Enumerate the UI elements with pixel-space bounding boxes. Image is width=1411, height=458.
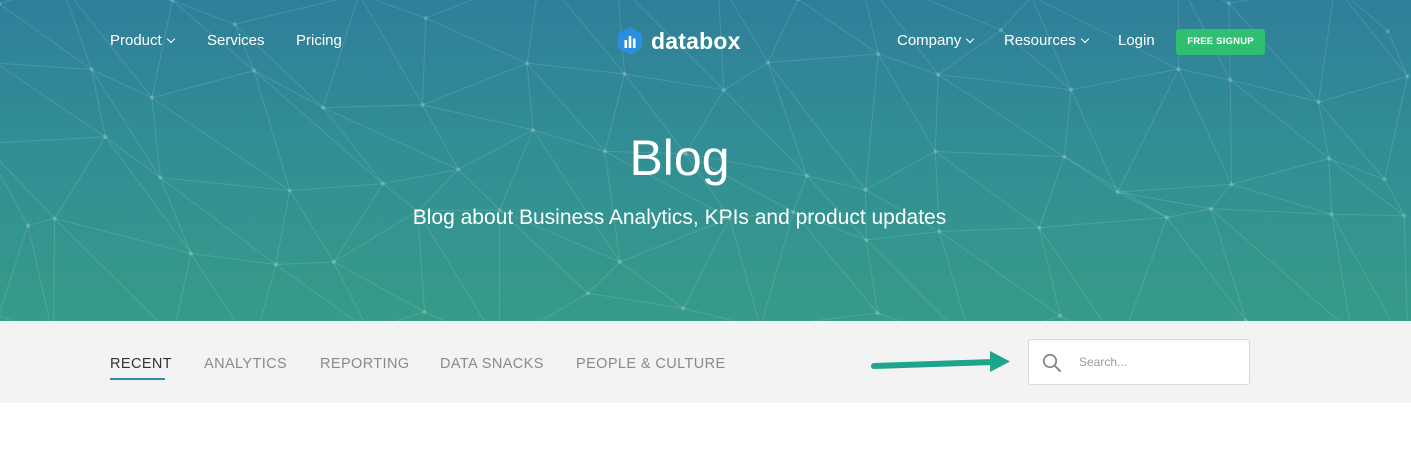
nav-pricing-label: Pricing: [296, 32, 342, 49]
category-tab-recent[interactable]: RECENT: [110, 354, 172, 374]
category-tab-data-snacks[interactable]: DATA SNACKS: [440, 354, 544, 374]
nav-services-label: Services: [207, 32, 265, 49]
category-tab-analytics[interactable]: ANALYTICS: [204, 354, 287, 374]
nav-company[interactable]: Company: [897, 31, 975, 51]
databox-logo-icon: [618, 27, 642, 55]
chevron-down-icon: [166, 34, 175, 44]
page-title: Blog: [629, 130, 730, 186]
active-tab-underline: [110, 378, 165, 380]
search-box[interactable]: [1028, 339, 1250, 385]
chevron-down-icon: [1080, 34, 1089, 44]
nav-pricing[interactable]: Pricing: [296, 31, 342, 51]
page-subtitle: Blog about Business Analytics, KPIs and …: [412, 206, 947, 229]
category-tab-reporting[interactable]: REPORTING: [320, 354, 410, 374]
logo-text: databox: [651, 27, 741, 54]
search-input[interactable]: [1079, 350, 1239, 374]
free-signup-button[interactable]: FREE SIGNUP: [1176, 29, 1265, 55]
search-icon[interactable]: [1041, 352, 1063, 374]
nav-resources[interactable]: Resources: [1004, 31, 1089, 51]
databox-logo[interactable]: databox: [617, 26, 741, 56]
nav-product-label: Product: [110, 32, 162, 49]
nav-login[interactable]: Login: [1118, 31, 1155, 51]
nav-login-label: Login: [1118, 32, 1155, 49]
hero-banner: Product Services Pricing databox Company…: [0, 0, 1411, 321]
nav-resources-label: Resources: [1004, 32, 1076, 49]
nav-company-label: Company: [897, 32, 962, 49]
chevron-down-icon: [965, 34, 975, 44]
arrow-right-icon: [871, 351, 1010, 372]
nav-product[interactable]: Product: [110, 31, 175, 51]
category-tab-people-culture[interactable]: PEOPLE & CULTURE: [576, 354, 726, 374]
nav-services[interactable]: Services: [207, 31, 265, 51]
